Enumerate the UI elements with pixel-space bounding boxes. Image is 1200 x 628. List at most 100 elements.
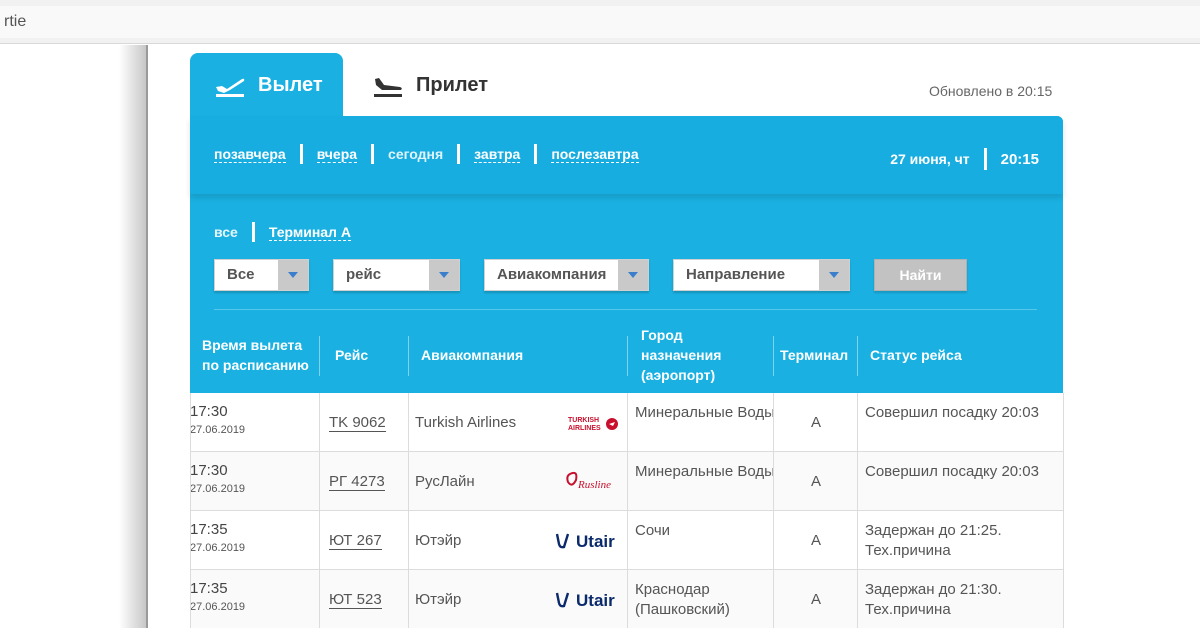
table-header: Время вылета по расписанию Рейс Авиакомп… [190, 324, 1063, 386]
scheduled-time: 17:30 27.06.2019 [190, 393, 319, 452]
terminal-value: A [810, 414, 821, 431]
direction-select[interactable]: Направление [673, 259, 850, 291]
column-divider [408, 336, 409, 376]
direction-select-value: Направление [686, 266, 786, 283]
terminal-value: A [810, 473, 821, 490]
destination-city: Минеральные Воды [635, 404, 775, 421]
terminal-a-link[interactable]: Терминал А [268, 224, 351, 241]
flight-status: Задержан до 21:30. Тех.причина [865, 581, 1002, 618]
date-value: 27.06.2019 [190, 601, 246, 613]
cell-divider [319, 452, 320, 511]
cell-divider [857, 452, 858, 511]
cell-divider [627, 511, 628, 570]
svg-text:Utair: Utair [576, 532, 615, 551]
chevron-down-icon [618, 260, 648, 290]
flight-status: Совершил посадку 20:03 [865, 404, 1039, 421]
column-header-time: Время вылета по расписанию [202, 337, 309, 373]
address-bar[interactable]: rtie [0, 6, 1200, 38]
terminal-filter: все Терминал А [214, 222, 351, 242]
flight-number: TK 9062 [329, 393, 409, 452]
destination-city: Минеральные Воды [635, 463, 775, 480]
day-link-tomorrow[interactable]: завтра [474, 146, 521, 163]
separator [457, 144, 461, 164]
chevron-down-icon [278, 260, 308, 290]
type-select[interactable]: Все [214, 259, 309, 291]
flight-number: ЮТ 523 [329, 570, 409, 628]
table-row[interactable]: 17:35 27.06.2019 ЮТ 267 Ютэйр Utair Сочи… [190, 511, 1063, 570]
column-divider [319, 336, 320, 376]
flight-number: ЮТ 267 [329, 511, 409, 570]
table-right-border [1063, 393, 1064, 628]
svg-text:Rusline: Rusline [577, 479, 611, 491]
cell-divider [319, 393, 320, 452]
destination-city: Сочи [635, 522, 671, 539]
column-header-status: Статус рейса [870, 347, 962, 363]
column-header-city: Город назначения (аэропорт) [641, 327, 722, 383]
scheduled-time: 17:35 27.06.2019 [190, 511, 319, 570]
current-date: 27 июня, чт [890, 151, 970, 167]
cell-divider [773, 511, 774, 570]
tab-arrival-label: Прилет [416, 73, 488, 96]
day-link-yesterday[interactable]: вчера [316, 146, 358, 163]
cell-divider [408, 452, 409, 511]
separator [983, 148, 987, 170]
scheduled-time: 17:35 27.06.2019 [190, 570, 319, 628]
scheduled-time: 17:30 27.06.2019 [190, 452, 319, 511]
day-link-today[interactable]: сегодня [388, 146, 443, 162]
cell-divider [627, 393, 628, 452]
airline-select[interactable]: Авиакомпания [484, 259, 649, 291]
flight-number: РГ 4273 [329, 452, 409, 511]
rusline-logo: Rusline [550, 452, 620, 511]
flight-link[interactable]: TK 9062 [329, 414, 386, 432]
flight-select-value: рейс [346, 266, 382, 283]
filter-panel: позавчера вчера сегодня завтра послезавт… [190, 116, 1063, 393]
cell-divider [627, 452, 628, 511]
table-row[interactable]: 17:30 27.06.2019 TK 9062 Turkish Airline… [190, 393, 1063, 452]
column-divider [627, 336, 628, 376]
chevron-down-icon [819, 260, 849, 290]
table-row[interactable]: 17:30 27.06.2019 РГ 4273 РусЛайн Rusline… [190, 452, 1063, 511]
svg-text:AIRLINES: AIRLINES [568, 425, 601, 432]
cell-divider [857, 393, 858, 452]
separator [534, 144, 538, 164]
cell-divider [773, 570, 774, 628]
tab-departure-label: Вылет [258, 73, 323, 96]
flight-link[interactable]: ЮТ 523 [329, 591, 382, 609]
column-header-airline: Авиакомпания [421, 347, 524, 363]
tab-arrival[interactable]: Прилет [372, 53, 488, 117]
svg-text:TURKISH: TURKISH [568, 417, 599, 424]
terminal-value: A [810, 532, 821, 549]
terminal-all-link[interactable]: все [214, 224, 238, 240]
divider [214, 309, 1037, 310]
column-header-terminal: Терминал [780, 347, 849, 363]
tab-departure[interactable]: Вылет [190, 53, 343, 117]
type-select-value: Все [227, 266, 255, 283]
plane-takeoff-icon [214, 73, 246, 97]
cell-divider [773, 452, 774, 511]
find-button[interactable]: Найти [874, 259, 967, 291]
cell-divider [319, 570, 320, 628]
flight-status: Совершил посадку 20:03 [865, 463, 1039, 480]
day-link-day-before-yesterday[interactable]: позавчера [214, 146, 286, 163]
cell-divider [319, 511, 320, 570]
day-links: позавчера вчера сегодня завтра послезавт… [214, 144, 639, 164]
cell-divider [408, 393, 409, 452]
time-value: 17:35 [190, 521, 228, 538]
cell-divider [857, 570, 858, 628]
airline-select-value: Авиакомпания [497, 266, 607, 283]
current-datetime: 27 июня, чт 20:15 [890, 148, 1039, 170]
flight-select[interactable]: рейс [333, 259, 460, 291]
plane-landing-icon [372, 73, 404, 97]
column-divider [773, 336, 774, 376]
separator [371, 144, 375, 164]
table-row[interactable]: 17:35 27.06.2019 ЮТ 523 Ютэйр Utair Крас… [190, 570, 1063, 628]
flight-link[interactable]: ЮТ 267 [329, 532, 382, 550]
cell-divider [857, 511, 858, 570]
time-value: 17:30 [190, 403, 228, 420]
date-value: 27.06.2019 [190, 542, 246, 554]
flight-link[interactable]: РГ 4273 [329, 473, 385, 491]
table-left-border [190, 393, 191, 628]
day-link-day-after-tomorrow[interactable]: послезавтра [551, 146, 639, 163]
day-selector-bar: позавчера вчера сегодня завтра послезавт… [190, 116, 1063, 194]
column-header-flight: Рейс [335, 347, 369, 363]
